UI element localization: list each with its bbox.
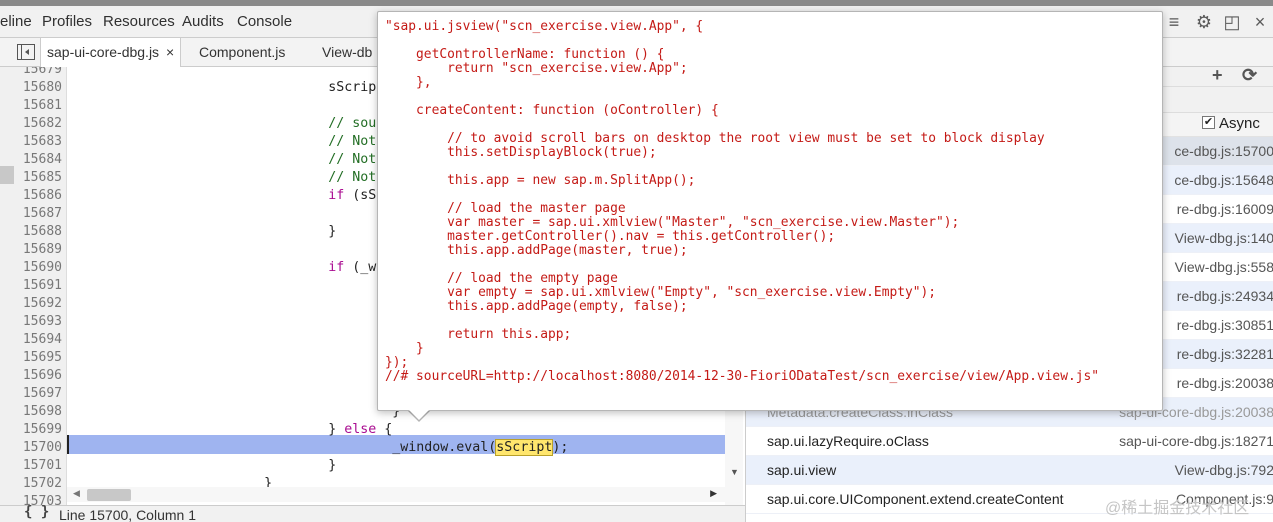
code-line: }	[72, 224, 337, 239]
line-number[interactable]: 15698	[14, 403, 62, 421]
async-checkbox[interactable]: ✔	[1202, 116, 1215, 129]
popover-code: "sap.ui.jsview("scn_exercise.view.App", …	[385, 19, 1099, 384]
call-frame[interactable]: sap.ui.view View-dbg.js:792	[746, 456, 1273, 485]
line-number[interactable]: 15701	[14, 457, 62, 475]
line-number[interactable]: 15687	[14, 205, 62, 223]
code-line: } else {	[72, 422, 393, 437]
frame-function: sap.ui.lazyRequire.oClass	[767, 433, 929, 449]
line-number[interactable]: 15702	[14, 475, 62, 493]
line-number[interactable]: 15694	[14, 331, 62, 349]
line-number[interactable]: 15685	[14, 169, 62, 187]
frame-location[interactable]: ce-dbg.js:15700	[1174, 143, 1273, 159]
refresh-icon[interactable]: ⟳	[1242, 67, 1257, 86]
close-tab-icon[interactable]: ×	[166, 44, 174, 60]
tab-resources[interactable]: Resources	[103, 6, 175, 38]
frame-location[interactable]: re-dbg.js:20038	[1177, 375, 1273, 391]
horizontal-scroll-thumb[interactable]	[87, 489, 131, 501]
frame-location[interactable]: sap-ui-core-dbg.js:18271	[1119, 433, 1273, 449]
line-number[interactable]: 15695	[14, 349, 62, 367]
line-number-gutter[interactable]: 15679 15680 15681 15682 15683 15684 15685 15686…	[14, 67, 67, 505]
watermark: @稀土掘金技术社区	[1105, 500, 1250, 517]
line-number[interactable]: 15691	[14, 277, 62, 295]
dock-icon[interactable]: ◰	[1221, 11, 1243, 33]
line-number[interactable]: 15680	[14, 79, 62, 97]
line-number[interactable]: 15679	[14, 67, 62, 79]
line-number[interactable]: 15699	[14, 421, 62, 439]
scroll-left-icon[interactable]: ◀	[73, 488, 80, 499]
editor-status-bar: { } Line 15700, Column 1	[0, 504, 745, 522]
scroll-down-icon[interactable]: ▼	[730, 467, 739, 477]
code-line: }	[72, 404, 401, 419]
editor-left-margin	[0, 67, 14, 505]
frame-location[interactable]: re-dbg.js:32281	[1177, 346, 1273, 362]
line-number[interactable]: 15688	[14, 223, 62, 241]
frame-location[interactable]: re-dbg.js:24934	[1177, 288, 1273, 304]
code-line: }	[72, 458, 337, 473]
execute-icon[interactable]: ≡	[1163, 11, 1185, 33]
line-number[interactable]: 15690	[14, 259, 62, 277]
horizontal-scrollbar[interactable]: ◀ ▶	[67, 487, 725, 502]
frame-location[interactable]: View-dbg.js:792	[1175, 462, 1273, 478]
tab-console[interactable]: Console	[237, 6, 292, 38]
tab-profiles[interactable]: Profiles	[42, 6, 92, 38]
frame-location[interactable]: re-dbg.js:16009	[1177, 201, 1273, 217]
add-icon[interactable]: +	[1212, 67, 1223, 86]
call-frame[interactable]: sap.ui.lazyRequire.oClass sap-ui-core-dbg…	[746, 427, 1273, 456]
tab-audits[interactable]: Audits	[182, 6, 224, 38]
line-number[interactable]: 15681	[14, 97, 62, 115]
line-number[interactable]: 15700	[14, 439, 62, 457]
cursor-position: Line 15700, Column 1	[59, 507, 196, 522]
async-label: Async	[1219, 115, 1260, 132]
line-number[interactable]: 15686	[14, 187, 62, 205]
line-number[interactable]: 15683	[14, 133, 62, 151]
execution-marker	[0, 166, 14, 184]
frame-location[interactable]: View-dbg.js:558	[1175, 259, 1273, 275]
file-tab-label: sap-ui-core-dbg.js	[47, 44, 160, 60]
file-tab-sap-ui-core[interactable]: sap-ui-core-dbg.js ×	[40, 38, 182, 67]
pretty-print-button[interactable]: { }	[24, 504, 49, 520]
line-number[interactable]: 15682	[14, 115, 62, 133]
file-tab-component[interactable]: Component.js	[199, 38, 285, 66]
line-number[interactable]: 15684	[14, 151, 62, 169]
frame-function: sap.ui.view	[767, 462, 837, 478]
frame-location[interactable]: ce-dbg.js:15648	[1174, 172, 1273, 188]
close-icon[interactable]: ×	[1249, 11, 1271, 33]
popover-arrow	[409, 410, 429, 420]
tab-timeline[interactable]: eline	[0, 6, 32, 38]
line-number[interactable]: 15689	[14, 241, 62, 259]
file-tab-view[interactable]: View-db	[322, 38, 372, 66]
navigator-toggle-icon[interactable]	[17, 44, 35, 60]
line-number[interactable]: 15692	[14, 295, 62, 313]
frame-function: sap.ui.core.UIComponent.extend.createCon…	[767, 491, 1064, 507]
code-line: _window.eval(sScript);	[72, 439, 569, 456]
line-number[interactable]: 15697	[14, 385, 62, 403]
line-number[interactable]: 15696	[14, 367, 62, 385]
scroll-right-icon[interactable]: ▶	[710, 488, 717, 499]
line-number[interactable]: 15693	[14, 313, 62, 331]
gear-icon[interactable]: ⚙	[1193, 11, 1215, 33]
frame-location[interactable]: View-dbg.js:140	[1175, 230, 1273, 246]
frame-location[interactable]: re-dbg.js:30851	[1177, 317, 1273, 333]
value-popover: "sap.ui.jsview("scn_exercise.view.App", …	[377, 11, 1163, 411]
